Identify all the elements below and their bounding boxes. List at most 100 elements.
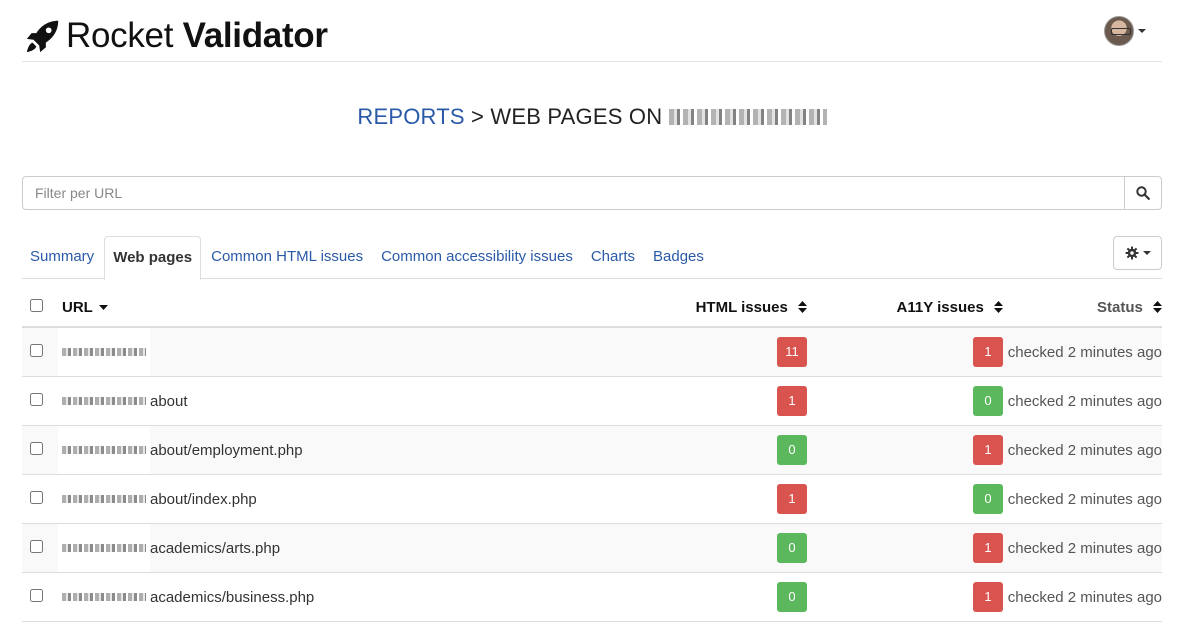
web-pages-table: URL HTML issues A11Y issues Status 11 1 … xyxy=(22,288,1162,622)
a11y-issues-cell: 1 xyxy=(807,435,1003,465)
url-cell: about/employment.php xyxy=(58,426,618,474)
caret-down-icon xyxy=(98,305,108,310)
redacted-host xyxy=(58,524,150,572)
url-column-header[interactable]: URL xyxy=(62,299,618,316)
row-checkbox-cell xyxy=(22,392,62,410)
table-row[interactable]: about/index.php 1 0 checked 2 minutes ag… xyxy=(22,475,1162,524)
a11y-issues-cell: 1 xyxy=(807,582,1003,612)
a11y-issues-badge[interactable]: 0 xyxy=(973,386,1003,416)
status-cell: checked 2 minutes ago xyxy=(1007,392,1162,410)
status-column-header[interactable]: Status xyxy=(1003,299,1162,316)
url-cell: about xyxy=(58,377,618,425)
row-checkbox[interactable] xyxy=(30,441,43,455)
html-issues-cell: 0 xyxy=(618,435,807,465)
redacted-host xyxy=(58,328,150,376)
url-link[interactable]: academics/arts.php xyxy=(150,540,280,557)
table-row[interactable]: academics/business.php 0 1 checked 2 min… xyxy=(22,573,1162,622)
url-link[interactable]: about/index.php xyxy=(150,491,257,508)
a11y-issues-column-header[interactable]: A11Y issues xyxy=(807,299,1003,316)
status-cell: checked 2 minutes ago xyxy=(1007,490,1162,508)
row-checkbox[interactable] xyxy=(30,343,43,357)
url-filter xyxy=(22,176,1162,210)
chevron-down-icon xyxy=(1138,29,1146,33)
tab-common-accessibility-issues[interactable]: Common accessibility issues xyxy=(373,236,581,279)
select-all-cell xyxy=(22,298,62,316)
row-checkbox[interactable] xyxy=(30,392,43,406)
html-issues-cell: 1 xyxy=(618,386,807,416)
status-cell: checked 2 minutes ago xyxy=(1007,441,1162,459)
table-row[interactable]: about 1 0 checked 2 minutes ago xyxy=(22,377,1162,426)
table-row[interactable]: about/employment.php 0 1 checked 2 minut… xyxy=(22,426,1162,475)
row-checkbox[interactable] xyxy=(30,588,43,602)
search-input[interactable] xyxy=(22,176,1124,210)
tab-charts[interactable]: Charts xyxy=(583,236,643,279)
status-cell: checked 2 minutes ago xyxy=(1007,343,1162,361)
row-checkbox-cell xyxy=(22,490,62,508)
html-issues-badge[interactable]: 1 xyxy=(777,386,807,416)
brand-name-light: Rocket xyxy=(66,16,174,55)
row-checkbox[interactable] xyxy=(30,539,43,553)
a11y-issues-badge[interactable]: 1 xyxy=(973,533,1003,563)
html-issues-cell: 0 xyxy=(618,533,807,563)
a11y-issues-badge[interactable]: 1 xyxy=(973,337,1003,367)
redacted-host xyxy=(58,426,150,474)
select-all-checkbox[interactable] xyxy=(30,298,43,312)
table-row[interactable]: 11 1 checked 2 minutes ago xyxy=(22,328,1162,377)
url-cell: about/index.php xyxy=(58,475,618,523)
page: Rocket Validator REPORTS > WEB PAGES ON … xyxy=(22,0,1162,622)
a11y-issues-badge[interactable]: 1 xyxy=(973,582,1003,612)
row-checkbox[interactable] xyxy=(30,490,43,504)
a11y-issues-cell: 1 xyxy=(807,337,1003,367)
title-text: WEB PAGES ON xyxy=(490,104,663,129)
tab-web-pages[interactable]: Web pages xyxy=(104,236,202,280)
tab-common-html-issues[interactable]: Common HTML issues xyxy=(203,236,371,279)
redacted-domain xyxy=(668,109,827,125)
sort-icon xyxy=(1153,300,1162,313)
redacted-host xyxy=(58,377,150,425)
a11y-issues-badge[interactable]: 1 xyxy=(973,435,1003,465)
avatar xyxy=(1104,16,1134,46)
a11y-issues-cell: 0 xyxy=(807,484,1003,514)
table-header: URL HTML issues A11Y issues Status xyxy=(22,288,1162,328)
html-issues-column-header[interactable]: HTML issues xyxy=(618,299,807,316)
row-checkbox-cell xyxy=(22,343,62,361)
user-menu[interactable] xyxy=(1104,16,1146,46)
url-cell xyxy=(58,328,618,376)
tab-badges[interactable]: Badges xyxy=(645,236,712,279)
brand[interactable]: Rocket Validator xyxy=(24,16,328,56)
row-checkbox-cell xyxy=(22,588,62,606)
html-issues-badge[interactable]: 0 xyxy=(777,582,807,612)
row-checkbox-cell xyxy=(22,441,62,459)
url-link[interactable]: academics/business.php xyxy=(150,589,314,606)
settings-button[interactable] xyxy=(1113,236,1162,270)
url-link[interactable]: about xyxy=(150,393,188,410)
url-cell: academics/business.php xyxy=(58,573,618,621)
navbar: Rocket Validator xyxy=(22,0,1162,62)
html-issues-badge[interactable]: 0 xyxy=(777,435,807,465)
html-issues-cell: 0 xyxy=(618,582,807,612)
table-row[interactable]: academics/arts.php 0 1 checked 2 minutes… xyxy=(22,524,1162,573)
html-issues-badge[interactable]: 11 xyxy=(777,337,807,367)
brand-name: Rocket Validator xyxy=(66,16,328,56)
status-header-label: Status xyxy=(1096,298,1143,316)
title-separator: > xyxy=(471,104,485,129)
a11y-issues-cell: 0 xyxy=(807,386,1003,416)
brand-name-bold: Validator xyxy=(182,16,328,55)
redacted-host xyxy=(58,573,150,621)
url-link[interactable]: about/employment.php xyxy=(150,442,303,459)
rocket-icon xyxy=(26,20,59,53)
report-tabs: Summary Web pages Common HTML issues Com… xyxy=(22,236,1162,280)
a11y-issues-badge[interactable]: 0 xyxy=(973,484,1003,514)
chevron-down-icon xyxy=(1142,251,1151,255)
tab-summary[interactable]: Summary xyxy=(22,236,102,279)
status-cell: checked 2 minutes ago xyxy=(1007,588,1162,606)
url-cell: academics/arts.php xyxy=(58,524,618,572)
reports-link[interactable]: REPORTS xyxy=(357,104,464,129)
search-button[interactable] xyxy=(1124,176,1162,210)
html-issues-cell: 1 xyxy=(618,484,807,514)
html-issues-badge[interactable]: 0 xyxy=(777,533,807,563)
html-issues-badge[interactable]: 1 xyxy=(777,484,807,514)
status-cell: checked 2 minutes ago xyxy=(1007,539,1162,557)
sort-icon xyxy=(994,300,1003,313)
html-issues-cell: 11 xyxy=(618,337,807,367)
